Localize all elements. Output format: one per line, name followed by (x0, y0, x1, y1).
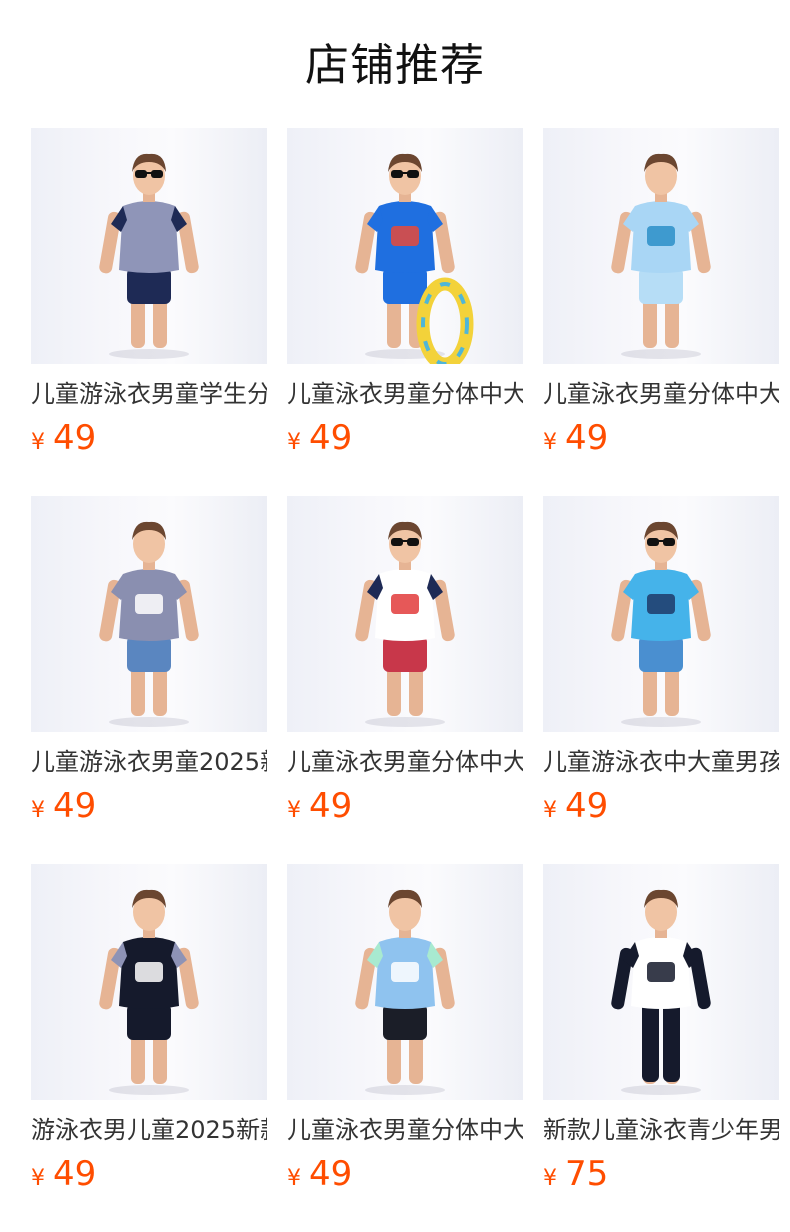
product-price: ¥75 (543, 1154, 779, 1194)
price-value: 49 (309, 418, 353, 458)
product-name[interactable]: 儿童游泳衣中大童男孩分体 (543, 746, 779, 778)
product-photo-illustration (355, 889, 455, 1095)
product-card[interactable]: 儿童泳衣男童分体中大童 ¥49 (287, 864, 523, 1232)
product-image[interactable] (287, 864, 523, 1100)
recommendation-page: 店铺推荐 儿童游泳衣男童学生分体¥49儿童泳衣男童分体中大童¥49儿童泳衣男童分… (0, 0, 790, 1232)
product-card[interactable]: 新款儿童泳衣青少年男童 ¥75 (543, 864, 779, 1232)
product-name[interactable]: 儿童泳衣男童分体中大童 (287, 746, 523, 778)
product-photo-illustration (611, 521, 711, 727)
product-name[interactable]: 新款儿童泳衣青少年男童 (543, 1114, 779, 1146)
product-image[interactable] (31, 496, 267, 732)
product-image[interactable] (543, 864, 779, 1100)
product-image[interactable] (543, 496, 779, 732)
product-name[interactable]: 儿童泳衣男童分体中大童 (543, 378, 779, 410)
product-image[interactable] (31, 864, 267, 1100)
product-price: ¥49 (31, 786, 267, 826)
product-name[interactable]: 儿童游泳衣男童学生分体 (31, 378, 267, 410)
product-photo-illustration (611, 153, 711, 359)
currency-symbol: ¥ (287, 1166, 301, 1191)
price-value: 49 (309, 786, 353, 826)
product-card[interactable]: 儿童游泳衣男童2025新款 ¥49 (31, 496, 267, 864)
product-price: ¥49 (287, 418, 523, 458)
product-image[interactable] (287, 496, 523, 732)
product-price: ¥49 (543, 786, 779, 826)
product-price: ¥49 (31, 418, 267, 458)
product-price: ¥49 (543, 418, 779, 458)
product-card[interactable]: 儿童泳衣男童分体中大童 ¥49 (543, 128, 779, 496)
price-value: 49 (565, 786, 609, 826)
currency-symbol: ¥ (287, 798, 301, 823)
price-value: 49 (53, 418, 97, 458)
product-name[interactable]: 游泳衣男儿童2025新款男童 (31, 1114, 267, 1146)
product-price: ¥49 (287, 786, 523, 826)
price-value: 49 (565, 418, 609, 458)
product-image[interactable] (287, 128, 523, 364)
product-price: ¥49 (31, 1154, 267, 1194)
currency-symbol: ¥ (31, 798, 45, 823)
currency-symbol: ¥ (287, 430, 301, 455)
section-title: 店铺推荐 (305, 40, 485, 91)
product-image[interactable] (31, 128, 267, 364)
price-value: 49 (53, 786, 97, 826)
product-name[interactable]: 儿童泳衣男童分体中大童 (287, 1114, 523, 1146)
currency-symbol: ¥ (31, 430, 45, 455)
currency-symbol: ¥ (543, 798, 557, 823)
product-photo-illustration (355, 521, 455, 727)
product-card[interactable]: 儿童游泳衣中大童男孩分体 ¥49 (543, 496, 779, 864)
product-card[interactable]: 儿童泳衣男童分体中大童 ¥49 (287, 128, 523, 496)
product-grid: 儿童游泳衣男童学生分体 ¥49 儿童泳衣男童分体中大童 ¥49 儿童泳衣男童分体中大童 ¥… (31, 128, 790, 1232)
product-card[interactable]: 儿童游泳衣男童学生分体 ¥49 (31, 128, 267, 496)
product-photo-illustration (99, 521, 199, 727)
product-card[interactable]: 游泳衣男儿童2025新款男童 ¥49 (31, 864, 267, 1232)
product-photo-illustration (99, 889, 199, 1095)
price-value: 49 (53, 1154, 97, 1194)
product-photo-illustration (611, 889, 711, 1095)
product-image[interactable] (543, 128, 779, 364)
price-value: 49 (309, 1154, 353, 1194)
product-card[interactable]: 儿童泳衣男童分体中大童 ¥49 (287, 496, 523, 864)
currency-symbol: ¥ (31, 1166, 45, 1191)
product-photo-illustration (99, 153, 199, 359)
currency-symbol: ¥ (543, 430, 557, 455)
product-name[interactable]: 儿童游泳衣男童2025新款 (31, 746, 267, 778)
price-value: 75 (565, 1154, 609, 1194)
currency-symbol: ¥ (543, 1166, 557, 1191)
product-price: ¥49 (287, 1154, 523, 1194)
product-photo-illustration (355, 153, 474, 364)
product-name[interactable]: 儿童泳衣男童分体中大童 (287, 378, 523, 410)
